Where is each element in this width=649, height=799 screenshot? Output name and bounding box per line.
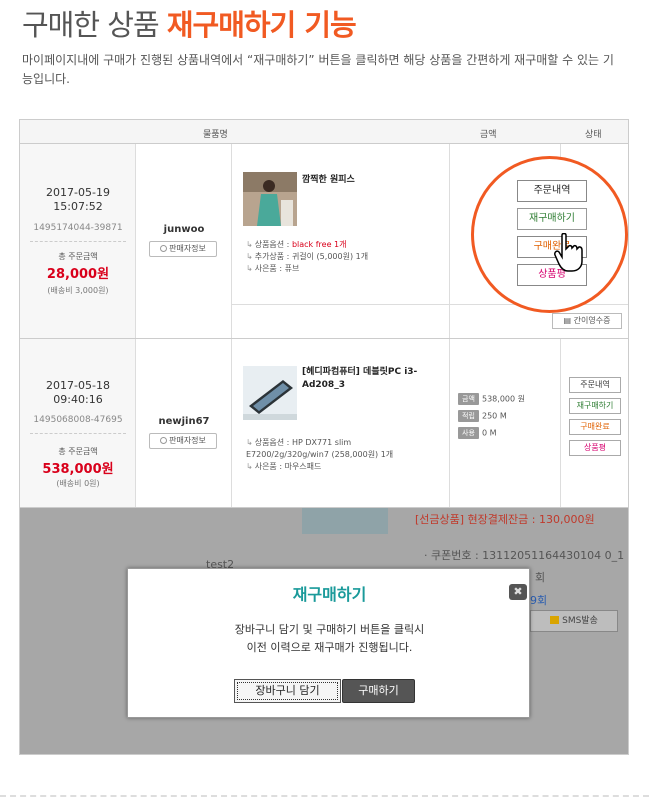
modal-message-line-1: 장바구니 담기 및 구매하기 버튼을 클릭시 — [234, 623, 425, 636]
order-date-cell: 2017-05-19 15:07:52 1495174044-39871 총 주… — [20, 144, 136, 338]
background-count: 회 — [535, 571, 546, 584]
table-header: 물품명 금액 상태 — [20, 120, 628, 144]
user-id: junwoo — [163, 224, 205, 235]
header-product: 물품명 — [203, 130, 228, 140]
seller-info-button[interactable]: 판매자정보 — [149, 241, 217, 257]
page-headline: 구매한 상품 재구매하기 기능 — [22, 2, 357, 44]
person-icon — [160, 437, 168, 444]
product-option: ↳ 사은품 : 마우스패드 — [246, 462, 322, 471]
divider — [30, 433, 126, 434]
order-time: 15:07:52 — [53, 200, 103, 213]
product-name[interactable]: 깜찍한 원피스 — [302, 174, 355, 186]
product-option: E7200/2g/320g/win7 (258,000원) 1개 — [246, 450, 394, 459]
magnified-rebuy-button[interactable]: 재구매하기 — [517, 208, 587, 230]
user-cell: newjin67 판매자정보 — [136, 339, 232, 507]
product-thumbnail[interactable] — [243, 172, 297, 226]
used-points-row: 사용 0 M — [458, 427, 497, 439]
review-button[interactable]: 상품평 — [569, 440, 621, 456]
sms-button: SMS발송 — [530, 610, 618, 632]
order-detail-button[interactable]: 주문내역 — [569, 377, 621, 393]
modal-message: 장바구니 담기 및 구매하기 버튼을 클릭시 이전 이력으로 재구매가 진행됩니… — [128, 621, 531, 657]
total-label: 총 주문금액 — [58, 252, 98, 261]
seller-info-label: 판매자정보 — [169, 436, 206, 445]
background-promo-text: [선금상품] 현장결제잔금 : 130,000원 — [415, 513, 595, 526]
product-thumbnail[interactable] — [243, 366, 297, 420]
page-description: 마이페이지내에 구매가 진행된 상품내역에서 “재구매하기” 버튼을 클릭하면 … — [22, 53, 614, 86]
header-status: 상태 — [585, 130, 602, 140]
receipt-label: 간이영수증 — [573, 316, 611, 325]
order-time: 09:40:16 — [53, 393, 103, 406]
headline-highlight: 재구매하기 기능 — [166, 8, 357, 42]
total-label: 총 주문금액 — [58, 447, 98, 456]
sms-icon — [550, 616, 560, 624]
product-option: ↳ 사은품 : 퓨브 — [246, 264, 300, 273]
user-id: newjin67 — [158, 416, 210, 427]
price-row: 금액 538,000 원 — [458, 393, 525, 405]
modal-message-line-2: 이전 이력으로 재구매가 진행됩니다. — [246, 641, 413, 654]
shipping-fee: (배송비 0원) — [56, 479, 100, 488]
bottom-divider — [0, 795, 649, 799]
rebuy-button[interactable]: 재구매하기 — [569, 398, 621, 414]
hand-cursor-icon — [554, 233, 583, 272]
magnifier-callout: 주문내역 재구매하기 구매완료 상품평 — [471, 156, 628, 313]
close-icon[interactable]: ✖ — [509, 584, 527, 600]
receipt-button[interactable]: ▤ 간이영수증 — [552, 313, 622, 329]
order-date: 2017-05-18 — [46, 379, 110, 392]
product-option: ↳ 상품옵션 : black free 1개 — [246, 240, 347, 249]
product-name-line-2[interactable]: Ad208_3 — [302, 379, 345, 391]
rebuy-modal: 재구매하기 ✖ 장바구니 담기 및 구매하기 버튼을 클릭시 이전 이력으로 재… — [127, 568, 530, 718]
product-option: ↳ 추가상품 : 귀걸이 (5,000원) 1개 — [246, 252, 369, 261]
table-row: 2017-05-18 09:40:16 1495068008-47695 총 주… — [20, 339, 628, 508]
person-icon — [160, 245, 168, 252]
user-cell: junwoo 판매자정보 — [136, 144, 232, 338]
header-amount: 금액 — [480, 130, 497, 140]
shipping-fee: (배송비 3,000원) — [47, 286, 109, 295]
purchase-complete-button[interactable]: 구매완료 — [569, 419, 621, 435]
product-cell: 깜찍한 원피스 ↳ 상품옵션 : black free 1개 ↳ 추가상품 : 귀걸… — [232, 144, 450, 338]
order-number: 1495068008-47695 — [33, 415, 123, 425]
order-number: 1495174044-39871 — [33, 223, 123, 233]
order-date-cell: 2017-05-18 09:40:16 1495068008-47695 총 주… — [20, 339, 136, 507]
headline-prefix: 구매한 상품 — [22, 8, 167, 42]
receipt-icon: ▤ — [563, 316, 574, 325]
buy-now-button[interactable]: 구매하기 — [342, 679, 415, 703]
points-row: 적립 250 M — [458, 410, 507, 422]
seller-info-button[interactable]: 판매자정보 — [149, 433, 217, 449]
product-cell: [헤디파컴퓨터] 데블릿PC i3- Ad208_3 ↳ 상품옵션 : HP DX… — [232, 339, 450, 507]
add-to-cart-button[interactable]: 장바구니 담기 — [234, 679, 341, 703]
background-thumbnail — [302, 508, 388, 534]
modal-title: 재구매하기 — [292, 585, 367, 604]
background-count-2: 9회 — [530, 594, 548, 607]
order-date: 2017-05-19 — [46, 186, 110, 199]
divider — [30, 241, 126, 242]
seller-info-label: 판매자정보 — [169, 244, 206, 253]
background-coupon: · 쿠폰번호 : 13112051164430104 0_1 — [424, 549, 625, 562]
order-total: 28,000원 — [46, 267, 110, 282]
product-option: ↳ 상품옵션 : HP DX771 slim — [246, 438, 352, 447]
order-total: 538,000원 — [42, 462, 114, 477]
status-cell: 주문내역 재구매하기 구매완료 상품평 — [561, 339, 628, 507]
product-name-line-1[interactable]: [헤디파컴퓨터] 데블릿PC i3- — [302, 366, 417, 378]
magnified-order-detail-button[interactable]: 주문내역 — [517, 180, 587, 202]
price-cell: 금액 538,000 원 적립 250 M 사용 0 M — [450, 339, 561, 507]
